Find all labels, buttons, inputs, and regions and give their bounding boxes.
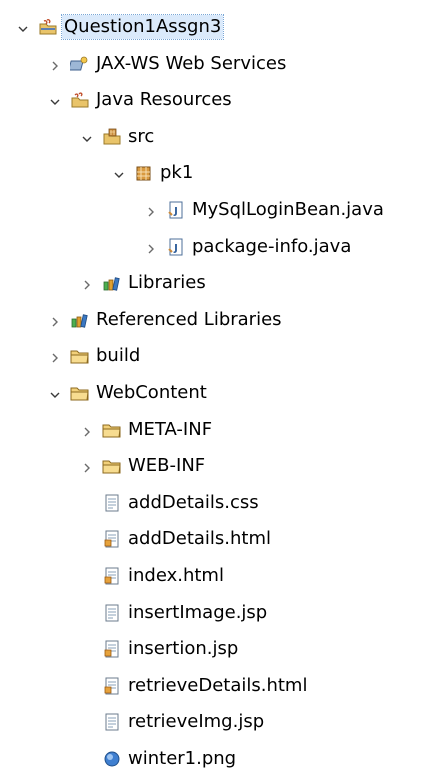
- tree-item-label: Libraries: [128, 272, 206, 294]
- chevron-right-icon[interactable]: [80, 276, 94, 290]
- tree-item-label: package-info.java: [192, 235, 352, 257]
- image-file-icon: [102, 749, 122, 769]
- tree-item-label: addDetails.css: [128, 491, 259, 513]
- tree-item-label: src: [128, 125, 155, 147]
- tree-item-label: MySqlLoginBean.java: [192, 199, 384, 220]
- tree-item-label: insertImage.jsp: [128, 601, 268, 623]
- tree-item-insertimage-jsp[interactable]: insertImage.jsp: [0, 595, 436, 632]
- tree-item-webcontent[interactable]: WebContent: [0, 375, 436, 412]
- web-services-icon: [68, 54, 90, 74]
- chevron-down-icon[interactable]: [112, 166, 126, 180]
- tree-item-web-inf[interactable]: WEB-INF: [0, 448, 436, 485]
- tree-item-label: WebContent: [96, 382, 207, 403]
- tree-item-build[interactable]: build: [0, 338, 436, 375]
- svg-text:J: J: [173, 243, 178, 254]
- tree-item-label: pk1: [160, 162, 194, 184]
- html-file-icon: [102, 566, 122, 586]
- chevron-right-icon[interactable]: [80, 459, 94, 473]
- tree-item-referenced-libraries[interactable]: Referenced Libraries: [0, 302, 436, 339]
- tree-item-adddetails-html[interactable]: addDetails.html: [0, 521, 436, 558]
- tree-item-index-html[interactable]: index.html: [0, 558, 436, 595]
- html-file-icon: [102, 639, 122, 659]
- tree-item-retrievedetails-html[interactable]: retrieveDetails.html: [0, 668, 436, 705]
- tree-item-jax-ws-web-services[interactable]: JAX-WS Web Services: [0, 46, 436, 83]
- svg-text:J: J: [173, 206, 178, 217]
- tree-item-retrieveimg-jsp[interactable]: retrieveImg.jsp: [0, 704, 436, 741]
- chevron-down-icon[interactable]: [48, 93, 62, 107]
- tree-item-package-info-java[interactable]: Jpackage-info.java: [0, 229, 436, 266]
- library-icon: [102, 273, 122, 293]
- html-file-icon: [102, 529, 122, 549]
- tree-item-winter1-png[interactable]: winter1.png: [0, 741, 436, 778]
- library-icon: [70, 310, 90, 330]
- tree-item-question1assgn3[interactable]: Question1Assgn3: [0, 9, 436, 46]
- chevron-down-icon[interactable]: [16, 20, 30, 34]
- chevron-right-icon[interactable]: [144, 240, 158, 254]
- tree-item-adddetails-css[interactable]: addDetails.css: [0, 485, 436, 522]
- tree-item-label: WEB-INF: [128, 455, 206, 477]
- tree-item-label: retrieveImg.jsp: [128, 711, 265, 733]
- java-file-icon: J: [166, 200, 186, 220]
- tree-item-libraries[interactable]: Libraries: [0, 265, 436, 302]
- chevron-right-icon[interactable]: [144, 203, 158, 217]
- folder-icon: [102, 456, 122, 476]
- folder-icon: [70, 346, 90, 366]
- java-ee-project-icon: [38, 17, 58, 37]
- tree-item-label: JAX-WS Web Services: [96, 52, 287, 74]
- tree-item-java-resources[interactable]: Java Resources: [0, 82, 436, 119]
- tree-item-label: retrieveDetails.html: [128, 674, 308, 696]
- tree-item-label: addDetails.html: [128, 528, 272, 550]
- tree-item-label: index.html: [128, 565, 224, 586]
- tree-item-label: META-INF: [128, 418, 213, 440]
- tree-item-pk1[interactable]: pk1: [0, 155, 436, 192]
- text-file-icon: [102, 493, 122, 513]
- tree-item-label: Question1Assgn3: [60, 14, 225, 40]
- project-explorer-tree: Question1Assgn3 JAX-WS Web Services Java R…: [0, 0, 436, 776]
- html-file-icon: [102, 676, 122, 696]
- tree-item-label: build: [96, 345, 141, 367]
- tree-item-insertion-jsp[interactable]: insertion.jsp: [0, 631, 436, 668]
- package-icon: [134, 163, 154, 183]
- text-file-icon: [102, 603, 122, 623]
- chevron-right-icon[interactable]: [48, 57, 62, 71]
- tree-item-label: Referenced Libraries: [96, 308, 282, 330]
- tree-item-label: insertion.jsp: [128, 638, 239, 660]
- tree-item-label: winter1.png: [128, 748, 237, 769]
- chevron-right-icon[interactable]: [48, 349, 62, 363]
- tree-item-src[interactable]: src: [0, 119, 436, 156]
- tree-item-meta-inf[interactable]: META-INF: [0, 412, 436, 449]
- chevron-down-icon[interactable]: [80, 130, 94, 144]
- tree-item-mysqlloginbean-java[interactable]: J MySqlLoginBean.java: [0, 192, 436, 229]
- folder-icon: [102, 420, 122, 440]
- java-file-icon: J: [166, 237, 186, 257]
- tree-item-label: Java Resources: [96, 89, 232, 111]
- chevron-down-icon[interactable]: [48, 386, 62, 400]
- java-resources-icon: [70, 90, 90, 110]
- chevron-right-icon[interactable]: [80, 423, 94, 437]
- chevron-right-icon[interactable]: [48, 313, 62, 327]
- folder-icon: [70, 383, 90, 403]
- source-folder-icon: [102, 127, 122, 147]
- text-file-icon: [102, 712, 122, 732]
